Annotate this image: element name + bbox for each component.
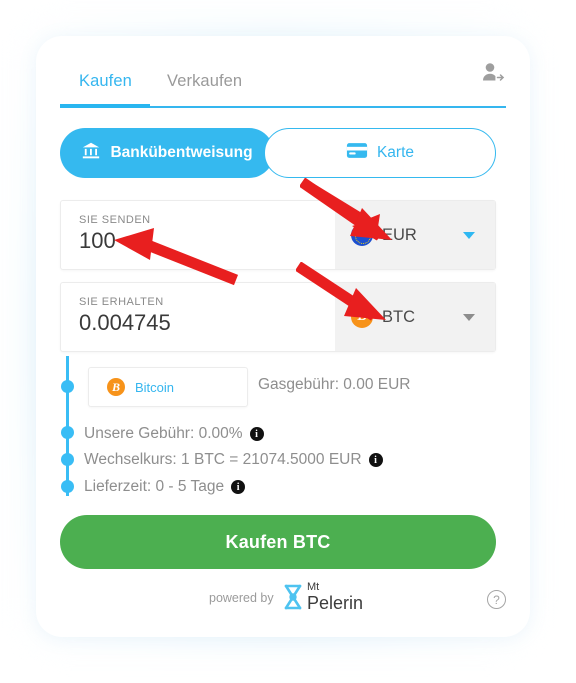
- network-label: Bitcoin: [135, 379, 175, 395]
- payment-method-bank-transfer[interactable]: Bankübentweisung: [60, 128, 274, 178]
- info-icon[interactable]: i: [368, 453, 383, 467]
- mt-pelerin-logo-icon: [281, 583, 305, 611]
- gas-fee-text: Gasgebühr: 0.00 EUR: [258, 376, 411, 393]
- receive-amount-value[interactable]: 0.004745: [79, 310, 335, 336]
- receive-amount-input-wrap[interactable]: SIE ERHALTEN 0.004745: [61, 283, 335, 351]
- chevron-down-icon[interactable]: [463, 231, 475, 239]
- footer: powered by Mt Pelerin ?: [36, 579, 530, 637]
- receive-amount-field: SIE ERHALTEN 0.004745 B BTC: [60, 282, 496, 352]
- send-amount-label: SIE SENDEN: [79, 214, 151, 226]
- detail-delivery-time-text: Lieferzeit: 0 - 5 Tage: [84, 478, 225, 495]
- exchange-widget-card: Kaufen Verkaufen Bankübentweisung Karte …: [36, 36, 530, 637]
- bitcoin-icon: B: [107, 378, 125, 396]
- tab-verkaufen[interactable]: Verkaufen: [167, 72, 242, 91]
- receive-currency-selector[interactable]: B BTC: [335, 283, 495, 351]
- send-currency-selector[interactable]: EUR: [335, 201, 495, 269]
- timeline-dot: [61, 480, 74, 493]
- send-currency-code: EUR: [382, 225, 417, 244]
- send-amount-value[interactable]: 100: [79, 228, 335, 254]
- send-amount-field: SIE SENDEN 100 EUR: [60, 200, 496, 270]
- info-icon[interactable]: i: [231, 480, 246, 494]
- user-login-icon[interactable]: [479, 59, 507, 87]
- detail-exchange-rate-text: Wechselkurs: 1 BTC = 21074.5000 EUR: [84, 451, 362, 468]
- payment-method-card-label: Karte: [376, 144, 415, 161]
- timeline-dot: [61, 380, 74, 393]
- help-icon[interactable]: ?: [487, 590, 506, 609]
- timeline-dot: [61, 426, 74, 439]
- payment-method-bank-label: Bankübentweisung: [110, 144, 253, 161]
- detail-our-fee-text: Unsere Gebühr: 0.00%: [84, 425, 243, 442]
- tab-active-indicator: [60, 104, 150, 108]
- bitcoin-icon: B: [351, 306, 373, 328]
- detail-delivery-time: Lieferzeit: 0 - 5 Tage i: [84, 478, 246, 496]
- eu-flag-icon: [351, 224, 373, 246]
- brand-bottom-text: Pelerin: [307, 593, 364, 613]
- timeline-dot: [61, 453, 74, 466]
- receive-currency-code: BTC: [382, 307, 415, 326]
- payment-method-row: Bankübentweisung Karte: [36, 128, 530, 188]
- info-icon[interactable]: i: [249, 427, 264, 441]
- bank-icon: [81, 141, 101, 165]
- tabs-row: Kaufen Verkaufen: [36, 36, 530, 108]
- chevron-down-icon[interactable]: [463, 313, 475, 321]
- receive-amount-label: SIE ERHALTEN: [79, 296, 164, 308]
- detail-exchange-rate: Wechselkurs: 1 BTC = 21074.5000 EUR i: [84, 451, 383, 469]
- credit-card-icon: [346, 142, 368, 164]
- tab-kaufen[interactable]: Kaufen: [79, 72, 132, 91]
- payment-method-card[interactable]: Karte: [264, 128, 496, 178]
- network-selector[interactable]: B Bitcoin: [88, 367, 248, 407]
- powered-by-label: powered by: [209, 591, 274, 605]
- mt-pelerin-wordmark: Mt Pelerin: [307, 581, 364, 613]
- buy-btc-button[interactable]: Kaufen BTC: [60, 515, 496, 569]
- send-amount-input-wrap[interactable]: SIE SENDEN 100: [61, 201, 335, 269]
- detail-our-fee: Unsere Gebühr: 0.00% i: [84, 425, 264, 443]
- brand-top-text: Mt: [307, 581, 320, 593]
